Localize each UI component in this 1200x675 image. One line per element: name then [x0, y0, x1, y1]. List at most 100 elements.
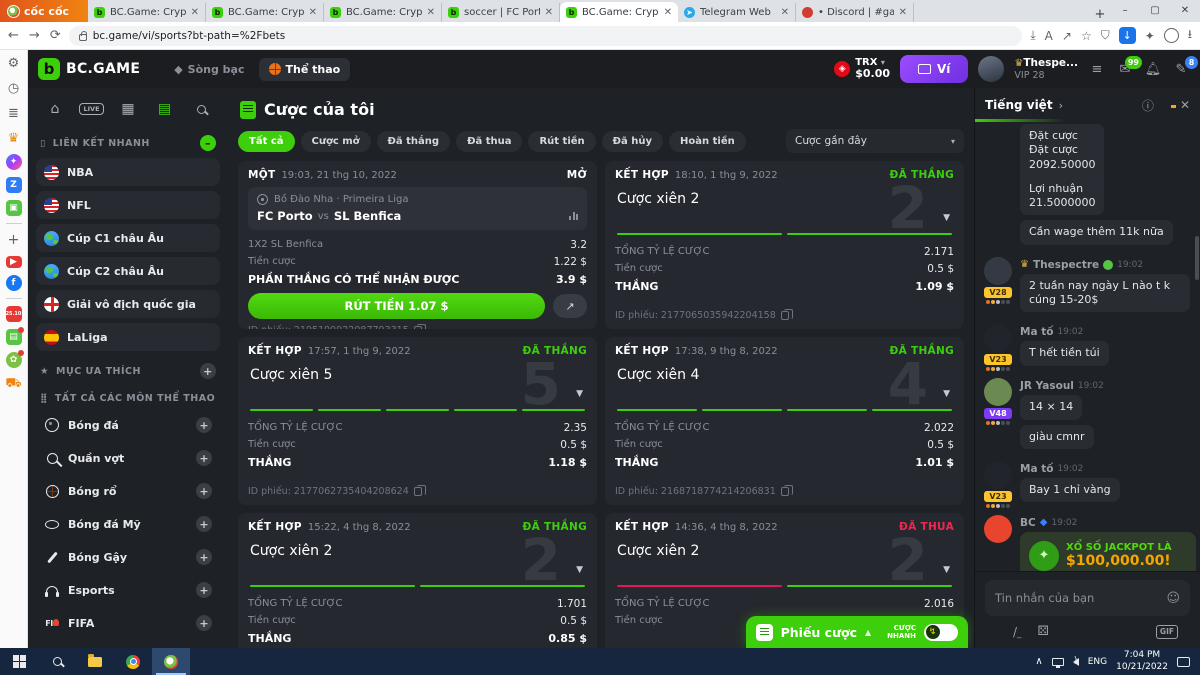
keyboard-language[interactable]: ENG [1088, 657, 1107, 667]
expand-combo-icon[interactable]: ▼ [943, 565, 950, 575]
quick-bet-toggle[interactable]: ↯ [924, 623, 958, 641]
close-button[interactable]: ✕ [1170, 0, 1200, 22]
expand-sport-button[interactable]: + [196, 582, 212, 598]
quick-link-item[interactable]: Cúp C1 châu Âu [36, 224, 220, 252]
bcgame-logo[interactable]: b BC.GAME [38, 58, 140, 80]
tab-close-icon[interactable]: ✕ [191, 7, 199, 18]
tab-close-icon[interactable]: ✕ [545, 7, 553, 18]
file-explorer-button[interactable] [76, 648, 114, 675]
expand-combo-icon[interactable]: ▼ [576, 389, 583, 399]
network-icon[interactable] [1051, 657, 1064, 668]
cart-icon[interactable]: ⛟ [5, 375, 23, 393]
filter-pill[interactable]: Đã thua [456, 130, 523, 152]
chat-username[interactable]: Ma tố [1020, 463, 1053, 475]
tab-close-icon[interactable]: ✕ [899, 7, 907, 18]
wallet-button[interactable]: Ví [900, 55, 969, 83]
profile-icon[interactable] [1163, 28, 1179, 43]
sport-item[interactable]: Quần vợt + [36, 444, 220, 472]
filter-pill[interactable]: Đã hủy [601, 130, 664, 152]
share-icon[interactable]: ↗ [1062, 29, 1072, 43]
taskbar-clock[interactable]: 7:04 PM 10/21/2022 [1116, 650, 1168, 673]
sport-item[interactable]: Esports + [36, 576, 220, 604]
facebook-icon[interactable]: f [5, 275, 22, 291]
newsfeed-icon[interactable]: ≣ [5, 104, 23, 122]
nav-casino[interactable]: ◆ Sòng bạc [164, 58, 254, 81]
coccoc-brand-button[interactable]: cốc cốc [0, 0, 88, 22]
my-bets-icon[interactable]: ▤ [154, 100, 176, 118]
copy-icon[interactable] [780, 309, 793, 320]
downloads-tray-icon[interactable]: ⭳ [1188, 25, 1192, 46]
browser-tab[interactable]: • Discord | #games ✕ [796, 3, 914, 22]
expand-combo-icon[interactable]: ▼ [943, 213, 950, 223]
stats-icon[interactable] [569, 212, 578, 220]
coccoc-taskbar-button[interactable] [152, 648, 190, 675]
filter-pill[interactable]: Hoàn tiền [669, 130, 746, 152]
share-bet-button[interactable]: ↗ [553, 294, 587, 318]
volume-icon[interactable] [1072, 656, 1079, 666]
home-icon[interactable]: ⌂ [44, 100, 66, 118]
tab-close-icon[interactable]: ✕ [781, 7, 789, 18]
browser-tab[interactable]: b BC.Game: Crypto Casino ✕ [324, 3, 442, 22]
add-favorite-button[interactable]: + [200, 363, 216, 379]
browser-tab[interactable]: b soccer | FC Porto vs SL B ✕ [442, 3, 560, 22]
bell-icon[interactable]: 🔔︎ [1144, 62, 1162, 77]
sport-item[interactable]: Bóng đá Mỹ + [36, 510, 220, 538]
maximize-button[interactable]: ▢ [1140, 0, 1170, 22]
gif-picker-button[interactable]: GIF [1155, 624, 1178, 639]
download-active-icon[interactable]: ↓ [1118, 27, 1136, 44]
new-tab-button[interactable]: + [1090, 7, 1110, 22]
translate-icon[interactable]: A [1045, 29, 1053, 43]
chrome-button[interactable] [114, 648, 152, 675]
zalo-icon[interactable]: Z [5, 177, 22, 193]
bookmark-star-icon[interactable]: ☆ [1081, 29, 1092, 43]
copy-icon[interactable] [780, 485, 793, 496]
sport-item[interactable]: FI FIFA + [36, 609, 220, 637]
slash-command-icon[interactable]: /​_ [1013, 625, 1022, 639]
chat-rules-info-icon[interactable]: ⓘ [1142, 97, 1154, 114]
chat-scrollbar-thumb[interactable] [1195, 236, 1199, 280]
tab-close-icon[interactable]: ✕ [664, 7, 672, 18]
chat-username[interactable]: Thespectre [1033, 259, 1099, 271]
browser-tab[interactable]: b BC.Game: Crypto Casino ✕ [206, 3, 324, 22]
betslip-button[interactable]: Phiếu cược ▲ CƯỢC NHANH ↯ [745, 616, 968, 648]
chat-avatar[interactable] [984, 256, 1012, 285]
bc-bot-avatar[interactable] [984, 514, 1012, 543]
user-avatar[interactable] [978, 56, 1005, 82]
chevron-right-icon[interactable]: › [1059, 99, 1063, 112]
browser-tab[interactable]: b BC.Game: Crypto Casino ✕ [560, 2, 678, 22]
chat-message-input[interactable]: Tin nhắn của bạn ☺ [985, 580, 1190, 616]
back-button[interactable]: ← [8, 28, 19, 43]
mail-icon[interactable]: ✉ 99 [1116, 55, 1142, 77]
match-box[interactable]: Bồ Đào Nha · Primeira Liga FC Porto vs S… [248, 187, 587, 230]
plant-icon[interactable]: ✿ [5, 350, 24, 368]
quick-link-item[interactable]: NBA [36, 158, 220, 186]
expand-sport-button[interactable]: + [196, 417, 212, 433]
browser-tab[interactable]: ➤ Telegram Web ✕ [678, 3, 796, 22]
tray-expand-icon[interactable]: ∧ [1035, 656, 1042, 667]
shield-icon[interactable]: ⛉ [1101, 28, 1110, 43]
notification-center-icon[interactable] [1177, 656, 1190, 667]
settings-gear-icon[interactable]: ⚙ [5, 54, 23, 72]
browser-tab[interactable]: b BC.Game: Crypto Casino ✕ [88, 3, 206, 22]
gift-icon[interactable]: ▤ [5, 327, 24, 345]
expand-sport-button[interactable]: + [196, 549, 212, 565]
reload-button[interactable]: ⟳ [50, 28, 61, 43]
emoji-smiley-icon[interactable]: ☺ [1166, 591, 1180, 606]
quick-link-item[interactable]: Giải vô địch quốc gia [36, 290, 220, 318]
bet-list-icon[interactable]: ≡ [1088, 62, 1106, 77]
quick-link-item[interactable]: LaLiga [36, 323, 220, 351]
sport-item[interactable]: Bóng đá + [36, 411, 220, 439]
search-icon[interactable] [190, 100, 212, 118]
chat-compose-icon[interactable]: ✎ 8 [1172, 55, 1198, 77]
filter-pill[interactable]: Cược mở [300, 130, 371, 152]
collapse-quick-links-button[interactable]: – [200, 135, 216, 151]
youtube-icon[interactable]: ▶ [5, 256, 22, 268]
address-bar[interactable]: bc.game/vi/sports?bt-path=%2Fbets [68, 25, 1023, 46]
taskbar-search-button[interactable] [38, 648, 76, 675]
tab-close-icon[interactable]: ✕ [309, 7, 317, 18]
live-icon[interactable]: LIVE [79, 100, 104, 118]
chat-avatar[interactable] [984, 324, 1012, 353]
quick-link-item[interactable]: Cúp C2 châu Âu [36, 257, 220, 285]
chat-close-icon[interactable]: ✕ [1180, 98, 1190, 112]
calendar-icon[interactable]: ▦ [117, 100, 139, 118]
